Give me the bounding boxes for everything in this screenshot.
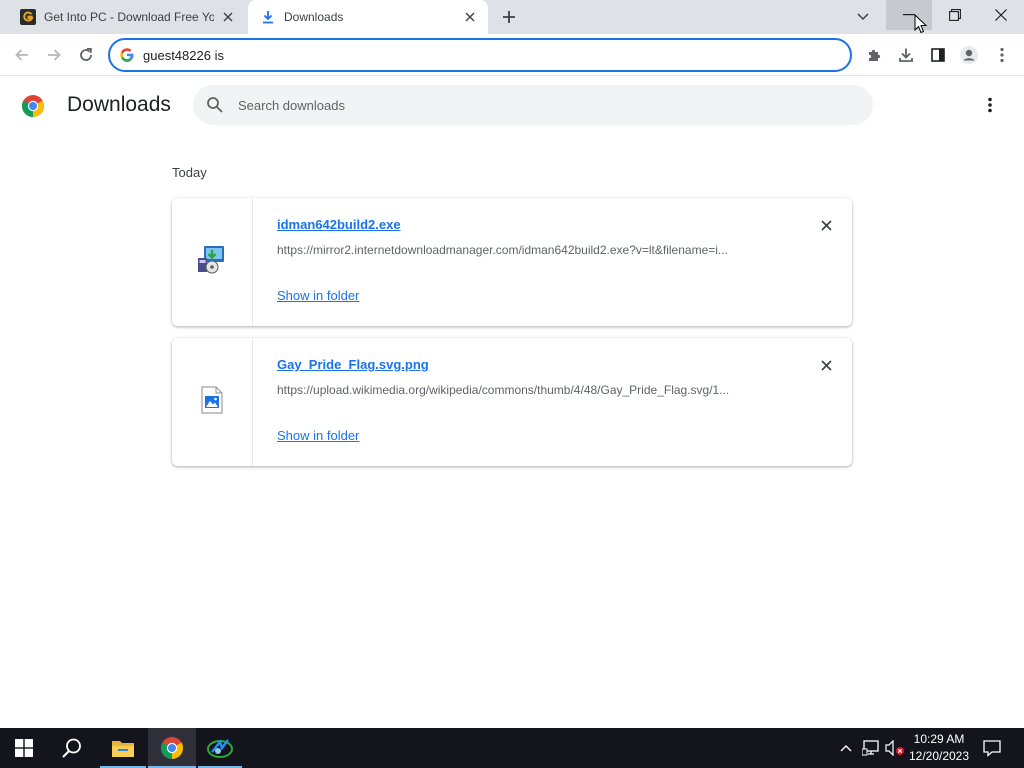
file-explorer-taskbar-icon[interactable] xyxy=(100,728,146,768)
clock-date: 12/20/2023 xyxy=(908,749,970,763)
download-url: https://mirror2.internetdownloadmanager.… xyxy=(277,243,728,257)
show-in-folder-link[interactable]: Show in folder xyxy=(277,428,359,443)
image-file-icon xyxy=(201,386,223,419)
download-favicon-icon xyxy=(260,9,276,25)
download-url: https://upload.wikimedia.org/wikipedia/c… xyxy=(277,383,730,397)
tab-strip: Get Into PC - Download Free Your Desired… xyxy=(0,0,1024,34)
chrome-taskbar-icon[interactable] xyxy=(148,728,196,768)
tab-title: Get Into PC - Download Free Your Desired… xyxy=(44,10,214,24)
extensions-puzzle-icon[interactable] xyxy=(862,43,886,67)
getintopc-favicon-icon xyxy=(20,9,36,25)
tab-search-chevron-icon[interactable] xyxy=(852,6,874,28)
address-bar[interactable]: guest48226 is xyxy=(108,38,852,72)
restore-button[interactable] xyxy=(932,0,978,30)
clock-time: 10:29 AM xyxy=(913,732,965,746)
network-icon[interactable] xyxy=(860,728,882,768)
show-hidden-icons-chevron-icon[interactable] xyxy=(836,728,856,768)
clock[interactable]: 10:29 AM 12/20/2023 xyxy=(908,731,970,765)
search-downloads-input[interactable]: Search downloads xyxy=(193,85,873,125)
chrome-menu-icon[interactable] xyxy=(990,43,1014,67)
search-icon xyxy=(206,96,224,114)
search-taskbar-icon[interactable] xyxy=(48,728,96,768)
download-filename-link[interactable]: idman642build2.exe xyxy=(277,217,401,232)
file-icon-column xyxy=(172,338,253,466)
download-item: idman642build2.exe https://mirror2.inter… xyxy=(172,198,852,326)
remove-download-icon[interactable] xyxy=(817,216,835,234)
close-tab-icon[interactable] xyxy=(462,9,478,25)
remove-download-icon[interactable] xyxy=(817,356,835,374)
chrome-logo-icon xyxy=(21,94,45,123)
reload-button[interactable] xyxy=(74,43,98,67)
downloads-toolbar-icon[interactable] xyxy=(894,43,918,67)
page-title: Downloads xyxy=(67,93,171,116)
show-in-folder-link[interactable]: Show in folder xyxy=(277,288,359,303)
side-panel-icon[interactable] xyxy=(926,43,950,67)
idm-taskbar-icon[interactable] xyxy=(198,728,242,768)
profile-avatar-icon[interactable] xyxy=(957,43,981,67)
close-window-button[interactable] xyxy=(978,0,1024,30)
more-actions-icon[interactable] xyxy=(978,93,1002,117)
download-item: Gay_Pride_Flag.svg.png https://upload.wi… xyxy=(172,338,852,466)
installer-icon xyxy=(196,244,228,281)
date-heading: Today xyxy=(172,165,207,180)
new-tab-button[interactable] xyxy=(498,6,520,28)
volume-muted-icon[interactable] xyxy=(884,728,906,768)
close-tab-icon[interactable] xyxy=(220,9,236,25)
downloads-header: Downloads Search downloads xyxy=(0,77,1024,133)
notifications-icon[interactable] xyxy=(978,728,1006,768)
start-button[interactable] xyxy=(0,728,48,768)
tab-get-into-pc[interactable]: Get Into PC - Download Free Your Desired… xyxy=(8,0,246,34)
forward-button[interactable] xyxy=(42,43,66,67)
windows-taskbar: 10:29 AM 12/20/2023 xyxy=(0,728,1024,768)
tab-downloads[interactable]: Downloads xyxy=(248,0,488,34)
file-icon-column xyxy=(172,198,253,326)
search-placeholder: Search downloads xyxy=(238,97,345,113)
address-bar-text: guest48226 is xyxy=(143,47,224,63)
tab-title: Downloads xyxy=(284,10,344,24)
google-g-icon xyxy=(119,47,135,63)
browser-toolbar: guest48226 is xyxy=(0,34,1024,76)
back-button[interactable] xyxy=(10,43,34,67)
download-filename-link[interactable]: Gay_Pride_Flag.svg.png xyxy=(277,357,429,372)
